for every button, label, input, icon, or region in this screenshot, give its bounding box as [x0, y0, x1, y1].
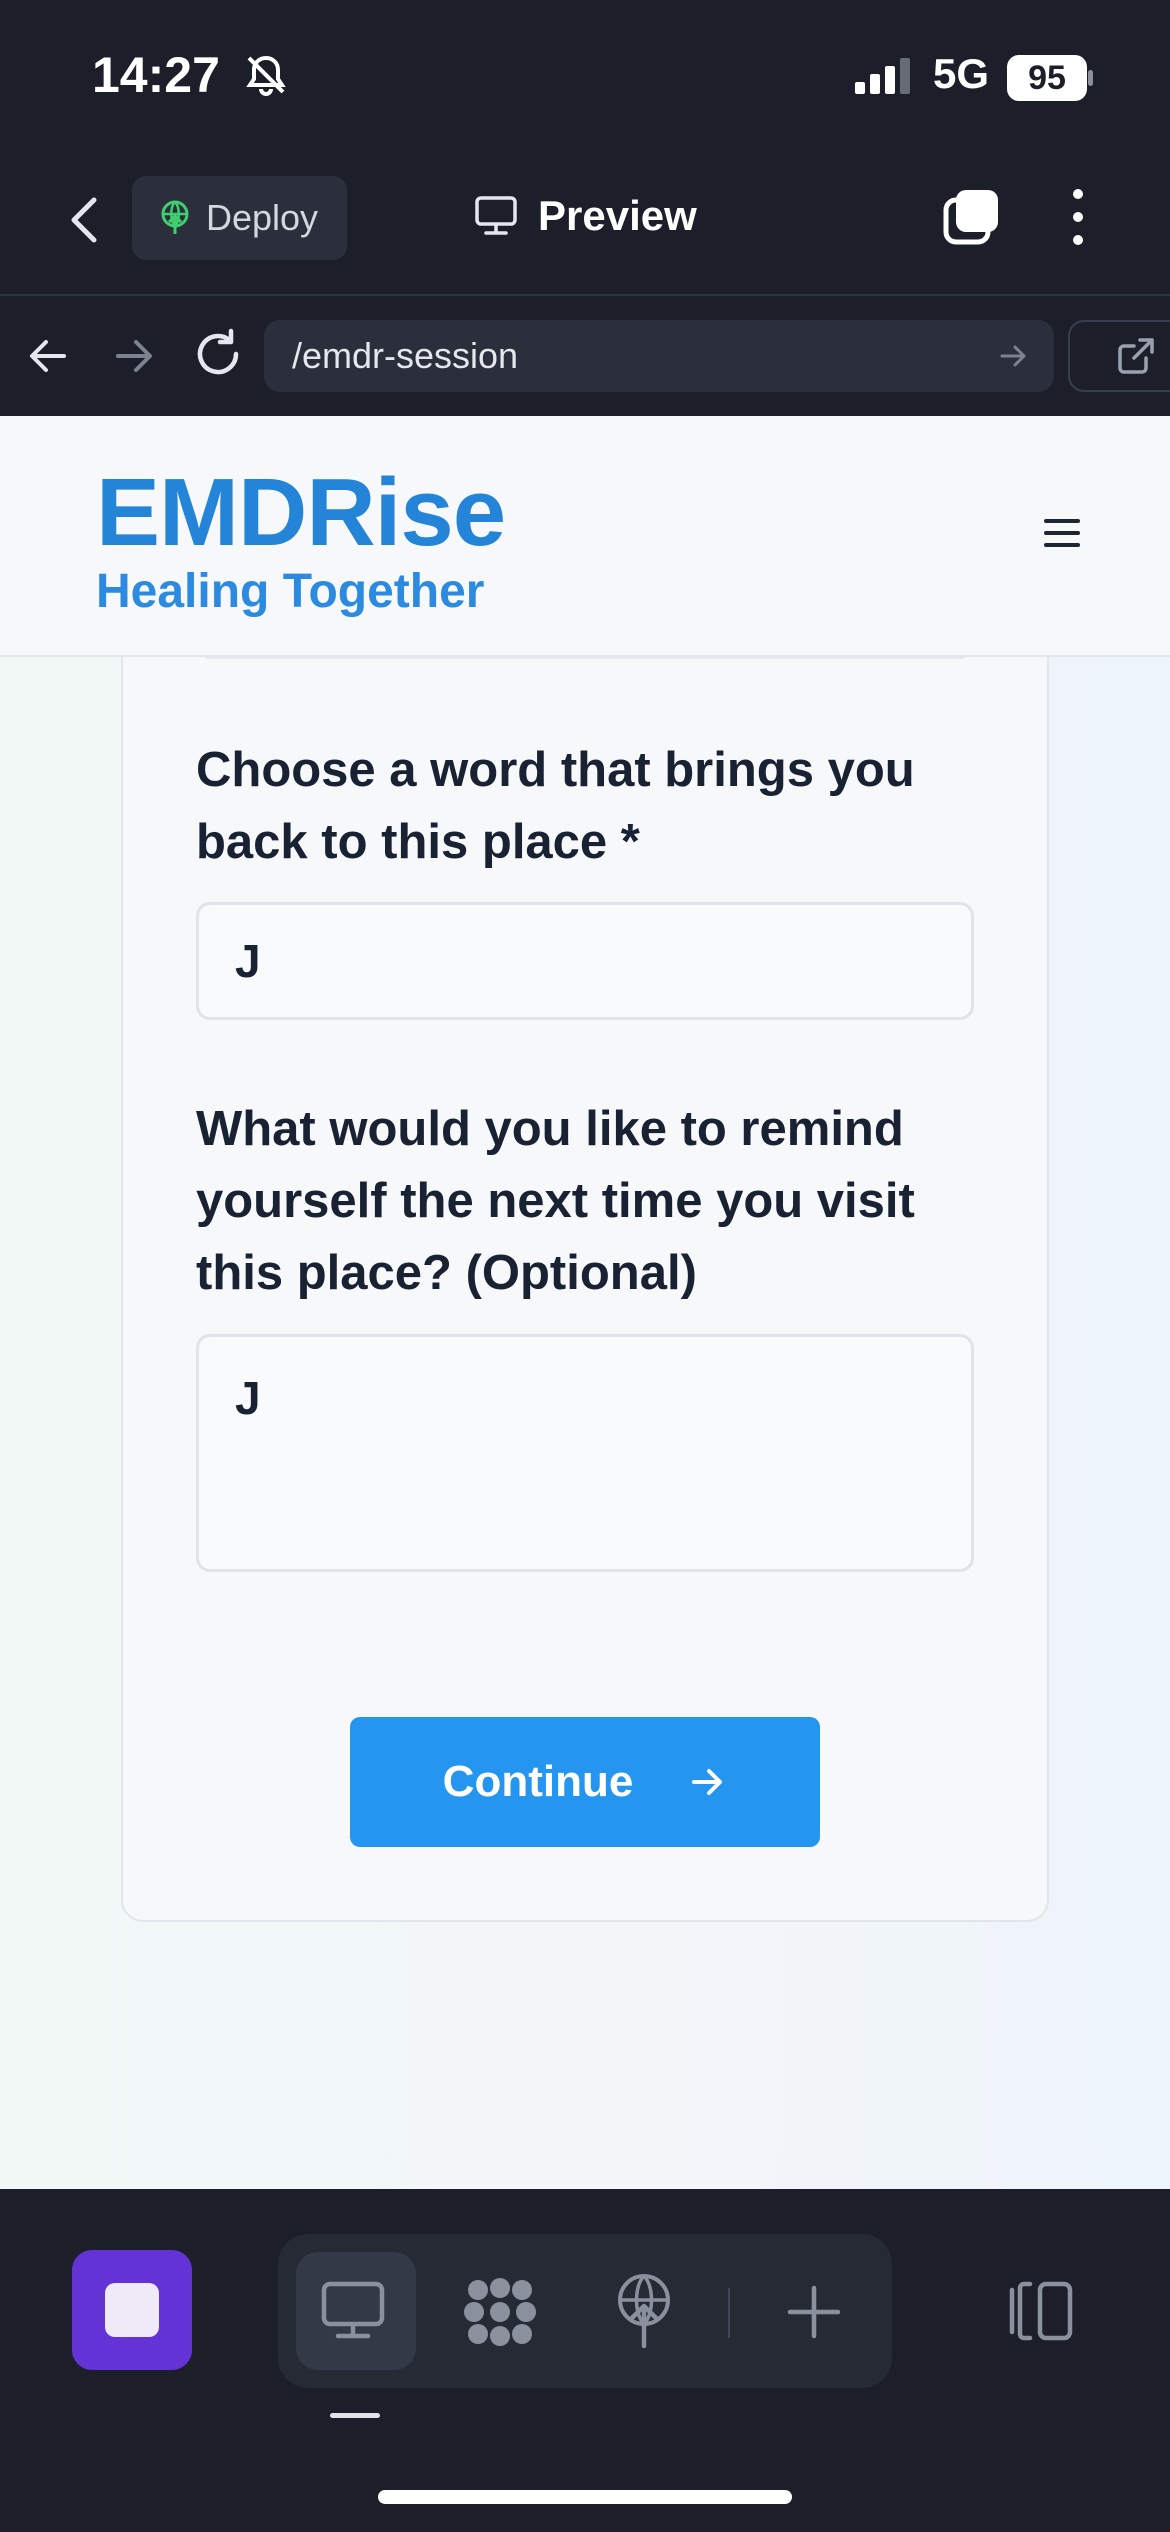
status-time: 14:27 [92, 47, 220, 103]
external-link-icon [1118, 338, 1154, 374]
home-indicator [378, 2490, 792, 2504]
url-input[interactable]: /emdr-session [264, 320, 1054, 392]
preview-tab[interactable]: Preview [474, 192, 697, 240]
battery-nub [1088, 70, 1093, 86]
battery-level: 95 [1007, 55, 1087, 101]
tabs-icon[interactable] [940, 186, 1002, 248]
reminder-question-label: What would you like to remind yourself t… [196, 1102, 915, 1300]
stop-icon [105, 2283, 159, 2337]
reminder-textarea[interactable]: J [196, 1334, 974, 1572]
deploy-button[interactable]: Deploy [132, 176, 347, 260]
dots-grid-icon[interactable] [462, 2276, 538, 2348]
preview-label: Preview [538, 192, 697, 239]
dock-separator [728, 2288, 730, 2338]
arrow-left-icon[interactable] [22, 330, 74, 382]
cue-word-value: J [235, 935, 261, 987]
arrow-right-icon[interactable] [108, 330, 160, 382]
deploy-label: Deploy [206, 197, 319, 238]
preview-viewport: EMDRise Healing Together Choose a word t… [0, 416, 1170, 2189]
plus-icon[interactable] [786, 2284, 842, 2340]
toolbar-divider [0, 294, 1170, 296]
bell-slash-icon [243, 52, 289, 98]
stop-button[interactable] [72, 2250, 192, 2370]
app-header: EMDRise Healing Together [0, 416, 1170, 657]
more-vertical-icon[interactable] [1060, 186, 1096, 248]
active-tab-indicator [330, 2413, 380, 2418]
brand-tagline: Healing Together [96, 565, 485, 618]
monitor-icon [475, 196, 517, 235]
deploy-icon [161, 200, 189, 234]
network-type: 5G [933, 50, 990, 97]
continue-button[interactable]: Continue [350, 1717, 820, 1847]
continue-label: Continue [442, 1757, 634, 1806]
monitor-icon[interactable] [320, 2280, 386, 2342]
panels-icon[interactable] [1000, 2280, 1076, 2342]
reload-icon[interactable] [190, 326, 246, 382]
deploy-icon[interactable] [612, 2272, 676, 2348]
open-external-button[interactable] [1068, 320, 1170, 392]
hamburger-menu-icon[interactable] [1042, 516, 1082, 550]
back-chevron-icon[interactable] [60, 190, 110, 250]
brand-logo[interactable]: EMDRise [96, 458, 506, 568]
signal-icon [855, 58, 915, 94]
url-path: /emdr-session [292, 335, 519, 376]
arrow-right-icon [692, 1769, 723, 1795]
word-question-label: Choose a word that brings you back to th… [196, 743, 915, 869]
reminder-value: J [235, 1372, 261, 1424]
url-go-arrow-icon[interactable] [996, 338, 1032, 374]
cue-word-input[interactable]: J [196, 902, 974, 1020]
